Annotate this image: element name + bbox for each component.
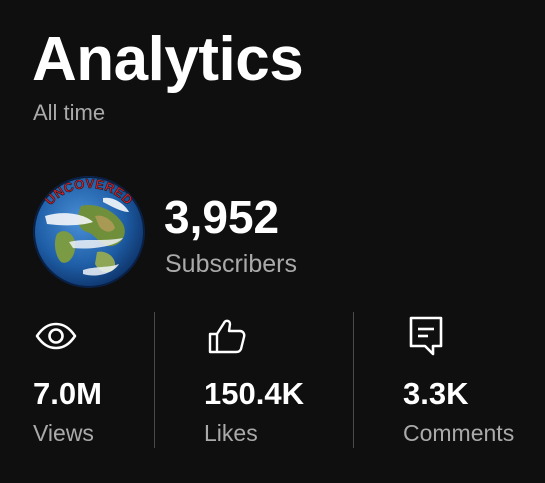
- channel-avatar[interactable]: UNCOVERED: [33, 176, 145, 288]
- likes-label: Likes: [204, 420, 258, 446]
- globe-logo-icon: UNCOVERED: [33, 176, 145, 288]
- eye-icon: [34, 314, 78, 358]
- comments-label: Comments: [403, 420, 515, 446]
- subscriber-count: 3,952: [164, 191, 280, 243]
- stat-divider: [353, 312, 354, 448]
- stat-divider: [154, 312, 155, 448]
- comments-value: 3.3K: [403, 376, 469, 411]
- views-value: 7.0M: [33, 376, 102, 411]
- thumbs-up-icon: [205, 314, 249, 358]
- likes-value: 150.4K: [204, 376, 304, 411]
- subscriber-label: Subscribers: [165, 250, 297, 278]
- views-label: Views: [33, 420, 94, 446]
- page-title: Analytics: [32, 25, 304, 94]
- comment-icon: [406, 314, 450, 358]
- time-period-label[interactable]: All time: [33, 99, 105, 127]
